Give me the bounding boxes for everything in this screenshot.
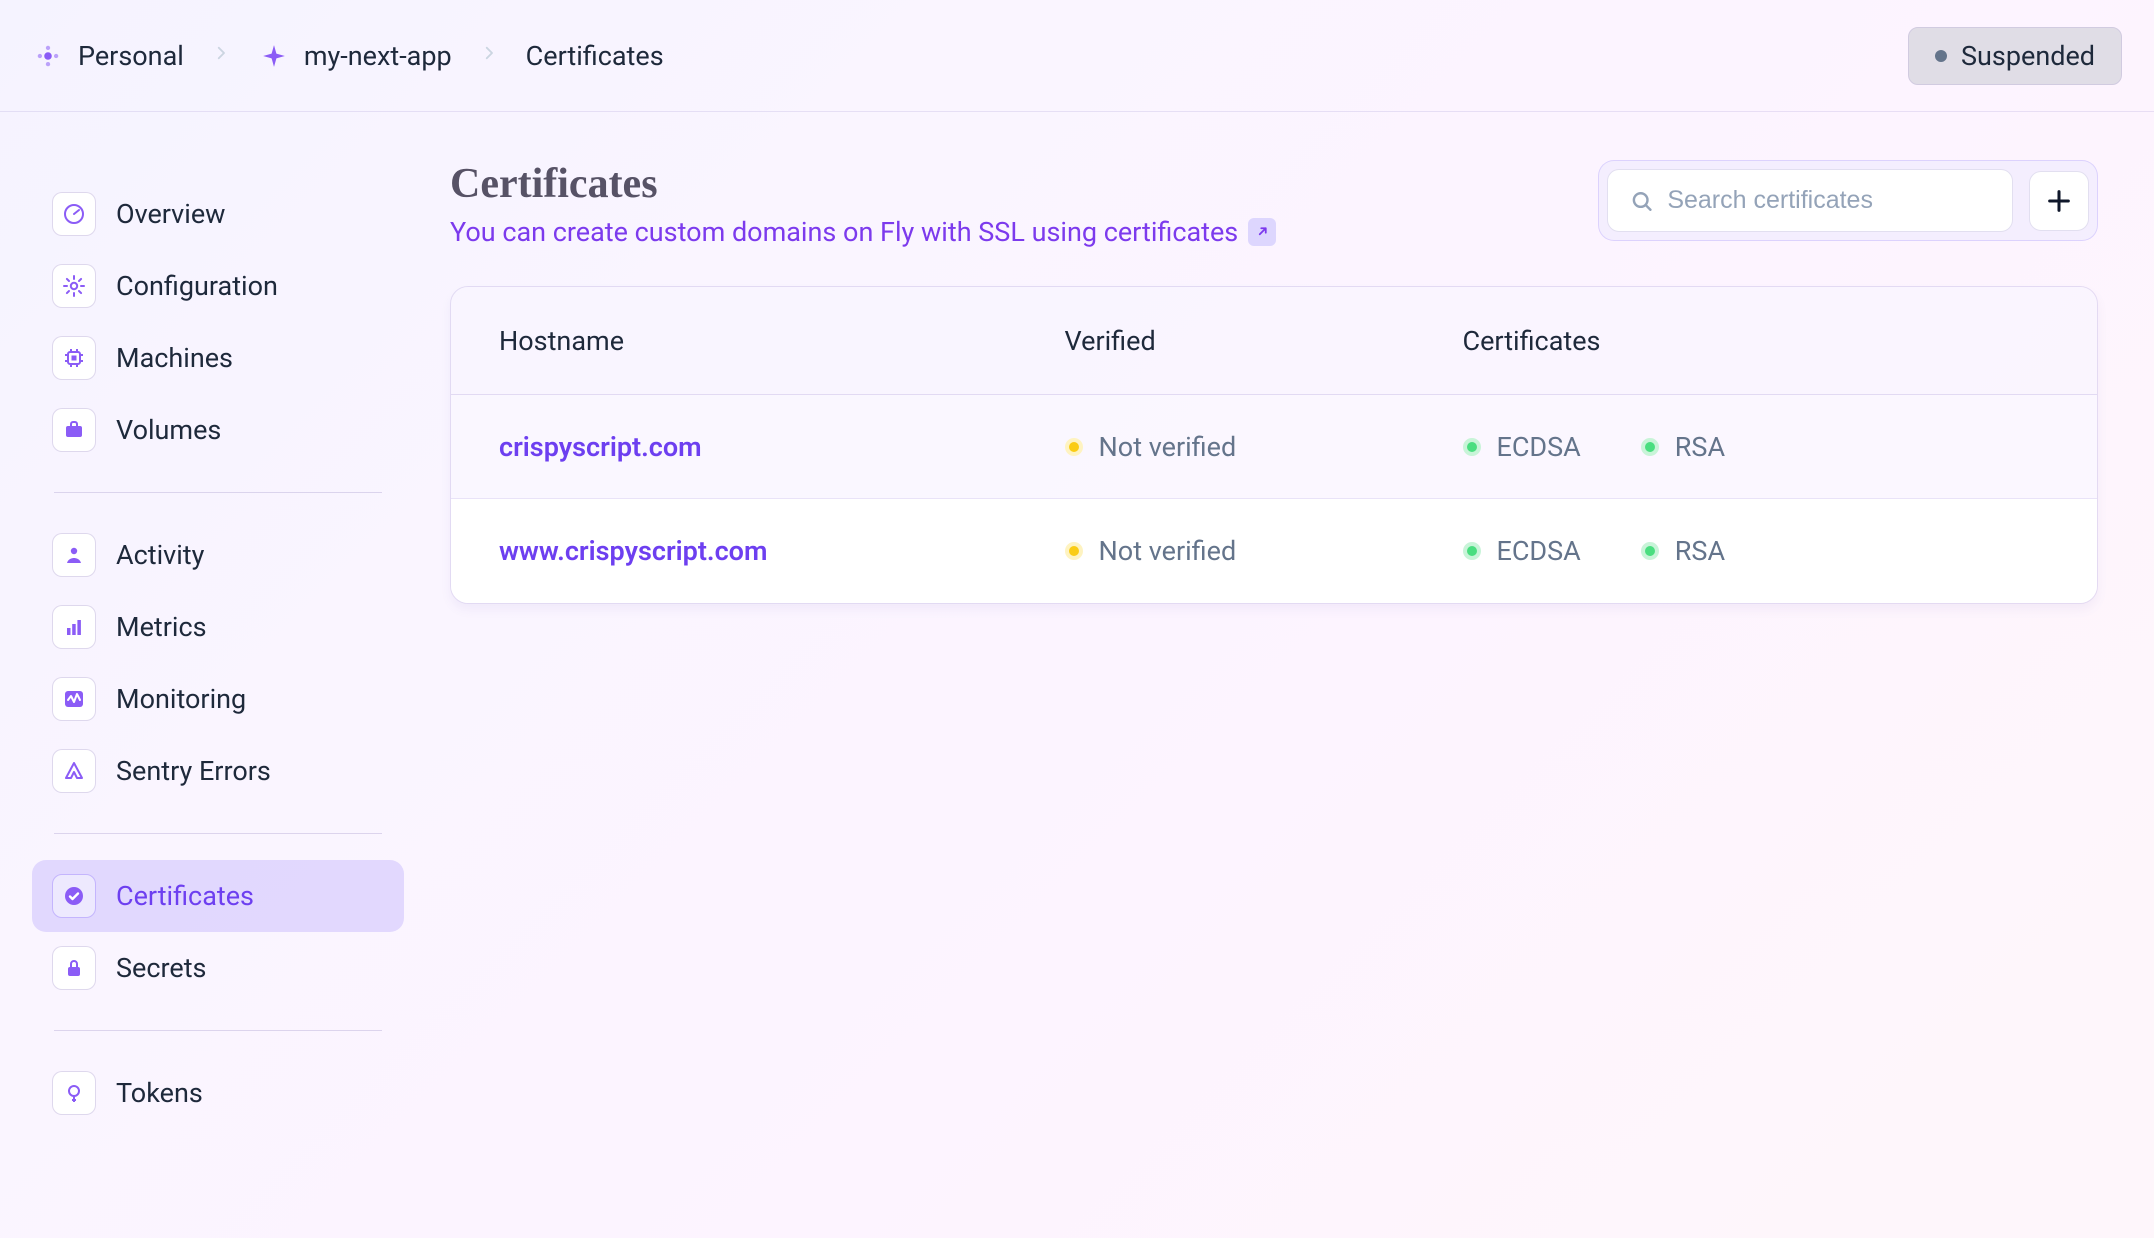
key-icon (52, 1071, 96, 1115)
sidebar-item-label: Activity (116, 539, 204, 571)
page-title: Certificates (450, 160, 1276, 208)
sidebar-divider (54, 833, 382, 834)
hostname-link[interactable]: www.crispyscript.com (499, 535, 1065, 567)
chevron-right-icon (212, 43, 230, 68)
sidebar-item-machines[interactable]: Machines (32, 322, 404, 394)
certificates-cell: ECDSA RSA (1463, 535, 2050, 567)
bars-icon (52, 605, 96, 649)
status-dot-icon (1641, 542, 1659, 560)
search-wrapper[interactable] (1607, 169, 2013, 232)
sidebar-item-monitoring[interactable]: Monitoring (32, 663, 404, 735)
breadcrumb-org[interactable]: Personal (32, 40, 184, 72)
certificates-table: Hostname Verified Certificates crispyscr… (450, 286, 2098, 604)
page-subtitle-text: You can create custom domains on Fly wit… (450, 216, 1238, 248)
sidebar-item-label: Certificates (116, 880, 254, 912)
sidebar-item-label: Volumes (116, 414, 221, 446)
gauge-icon (52, 192, 96, 236)
sidebar-item-metrics[interactable]: Metrics (32, 591, 404, 663)
cert-rsa: RSA (1641, 535, 1725, 567)
certificates-cell: ECDSA RSA (1463, 431, 2050, 463)
cert-ecdsa: ECDSA (1463, 431, 1581, 463)
search-icon (1630, 188, 1653, 214)
external-link-icon (1248, 218, 1276, 246)
sidebar-divider (54, 492, 382, 493)
status-dot-icon (1463, 438, 1481, 456)
breadcrumb-app-label: my-next-app (304, 40, 452, 72)
sentry-icon (52, 749, 96, 793)
cert-name: ECDSA (1497, 535, 1581, 567)
chevron-right-icon (480, 43, 498, 68)
sidebar: Overview Configuration Machines Volumes Acti… (0, 112, 430, 1179)
sidebar-item-tokens[interactable]: Tokens (32, 1057, 404, 1129)
status-dot-icon (1065, 542, 1083, 560)
add-certificate-button[interactable] (2029, 171, 2089, 231)
cert-name: RSA (1675, 535, 1725, 567)
breadcrumb-bar: Personal my-next-app Certificates Suspen… (0, 0, 2154, 112)
status-label: Suspended (1961, 40, 2095, 72)
cert-rsa: RSA (1641, 431, 1725, 463)
sidebar-divider (54, 1030, 382, 1031)
sidebar-item-configuration[interactable]: Configuration (32, 250, 404, 322)
sidebar-item-volumes[interactable]: Volumes (32, 394, 404, 466)
verified-label: Not verified (1099, 535, 1237, 567)
verified-label: Not verified (1099, 431, 1237, 463)
breadcrumb-page[interactable]: Certificates (526, 40, 664, 72)
sidebar-item-activity[interactable]: Activity (32, 519, 404, 591)
table-header: Hostname Verified Certificates (451, 287, 2097, 395)
verified-cell: Not verified (1065, 535, 1463, 567)
breadcrumb: Personal my-next-app Certificates (32, 40, 664, 72)
org-icon (32, 40, 64, 72)
page-subtitle-link[interactable]: You can create custom domains on Fly wit… (450, 216, 1276, 248)
sidebar-item-label: Overview (116, 198, 225, 230)
search-input[interactable] (1667, 186, 1990, 215)
verified-cell: Not verified (1065, 431, 1463, 463)
status-dot-icon (1935, 50, 1947, 62)
cert-ecdsa: ECDSA (1463, 535, 1581, 567)
cert-name: RSA (1675, 431, 1725, 463)
sidebar-item-label: Secrets (116, 952, 206, 984)
table-row[interactable]: crispyscript.com Not verified ECDSA RSA (451, 395, 2097, 499)
briefcase-icon (52, 408, 96, 452)
person-icon (52, 533, 96, 577)
cpu-icon (52, 336, 96, 380)
cert-name: ECDSA (1497, 431, 1581, 463)
sidebar-item-sentry-errors[interactable]: Sentry Errors (32, 735, 404, 807)
sidebar-item-label: Monitoring (116, 683, 246, 715)
sidebar-item-label: Tokens (116, 1077, 203, 1109)
breadcrumb-org-label: Personal (78, 40, 184, 72)
wave-icon (52, 677, 96, 721)
sidebar-item-overview[interactable]: Overview (32, 178, 404, 250)
sidebar-item-certificates[interactable]: Certificates (32, 860, 404, 932)
column-verified: Verified (1065, 325, 1463, 357)
sidebar-item-label: Metrics (116, 611, 207, 643)
lock-icon (52, 946, 96, 990)
plus-icon (2045, 187, 2073, 215)
breadcrumb-app[interactable]: my-next-app (258, 40, 452, 72)
page-header: Certificates You can create custom domai… (450, 160, 2098, 248)
column-hostname: Hostname (499, 325, 1065, 357)
hostname-link[interactable]: crispyscript.com (499, 431, 1065, 463)
status-dot-icon (1641, 438, 1659, 456)
status-badge[interactable]: Suspended (1908, 27, 2122, 85)
header-actions (1598, 160, 2098, 241)
status-dot-icon (1463, 542, 1481, 560)
table-row[interactable]: www.crispyscript.com Not verified ECDSA RSA (451, 499, 2097, 603)
sidebar-item-secrets[interactable]: Secrets (32, 932, 404, 1004)
gear-icon (52, 264, 96, 308)
status-dot-icon (1065, 438, 1083, 456)
app-icon (258, 40, 290, 72)
main-content: Certificates You can create custom domai… (430, 112, 2154, 1179)
sidebar-item-label: Machines (116, 342, 233, 374)
sidebar-item-label: Sentry Errors (116, 755, 271, 787)
sidebar-item-label: Configuration (116, 270, 278, 302)
breadcrumb-page-label: Certificates (526, 40, 664, 72)
column-certificates: Certificates (1463, 325, 2050, 357)
check-icon (52, 874, 96, 918)
